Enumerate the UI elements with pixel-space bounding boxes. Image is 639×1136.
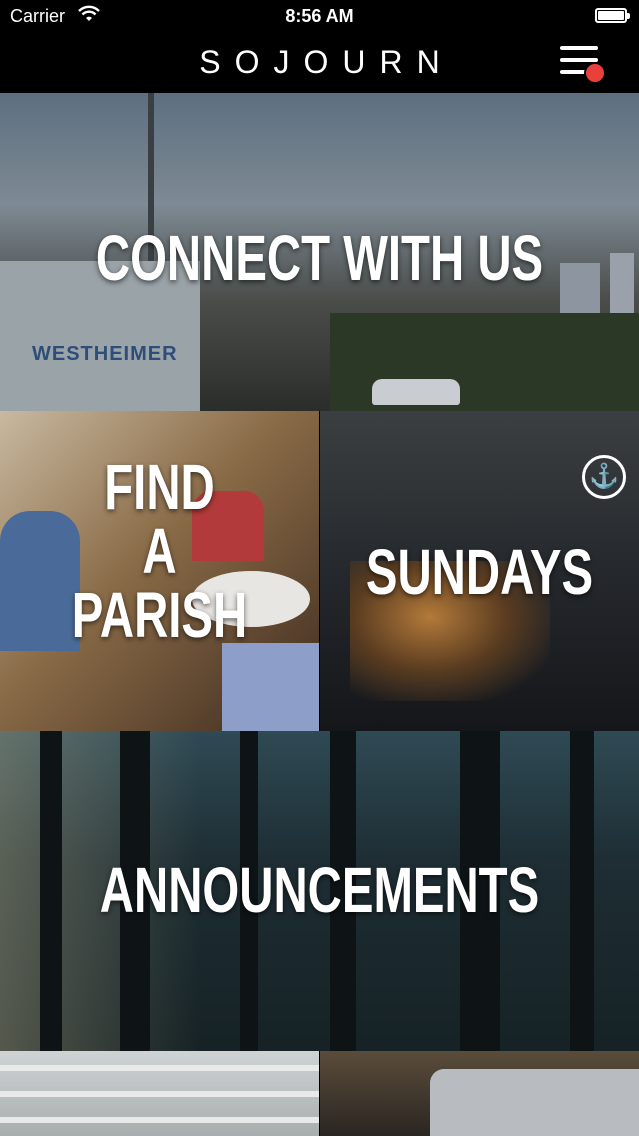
- hamburger-menu-icon: [560, 46, 598, 50]
- app-title: SOJOURN: [199, 44, 454, 80]
- tile-sundays[interactable]: ⚓ SUNDAYS: [320, 411, 639, 731]
- photo-ceiling-beam: [0, 1117, 319, 1123]
- notification-dot: [584, 62, 606, 84]
- status-bar: Carrier 8:56 AM: [0, 0, 639, 34]
- battery-icon: [595, 8, 630, 23]
- photo-ceiling-beam: [0, 1065, 319, 1071]
- tile-label-parish-line2: A: [142, 515, 177, 587]
- tile-bottom-left[interactable]: [0, 1051, 319, 1136]
- photo-tree-trunk: [40, 731, 62, 1051]
- photo-car: [372, 379, 460, 405]
- tile-label-announcements: ANNOUNCEMENTS: [99, 854, 540, 926]
- tile-label-parish-line3: PARISH: [71, 579, 248, 651]
- photo-sign-text: WESTHEIMER: [32, 343, 178, 365]
- photo-record-player: [430, 1069, 639, 1136]
- tile-label-parish: FIND A PARISH: [41, 455, 277, 647]
- tile-bottom-right[interactable]: [320, 1051, 639, 1136]
- tile-label-sundays: SUNDAYS: [365, 536, 594, 608]
- menu-button[interactable]: [560, 44, 606, 84]
- tile-find-a-parish[interactable]: FIND A PARISH: [0, 411, 319, 731]
- nav-bar: SOJOURN: [0, 34, 639, 93]
- photo-tree-trunk: [570, 731, 594, 1051]
- tile-label-connect: CONNECT WITH US: [95, 222, 544, 294]
- photo-ceiling-beam: [0, 1091, 319, 1097]
- tile-label-parish-line1: FIND: [104, 451, 215, 523]
- battery-fill: [598, 11, 624, 20]
- tile-connect-with-us[interactable]: WESTHEIMER CONNECT WITH US: [0, 93, 639, 411]
- anchor-icon: ⚓: [582, 455, 626, 499]
- status-time: 8:56 AM: [285, 6, 354, 26]
- tile-announcements[interactable]: ANNOUNCEMENTS: [0, 731, 639, 1051]
- photo-person: [222, 643, 319, 731]
